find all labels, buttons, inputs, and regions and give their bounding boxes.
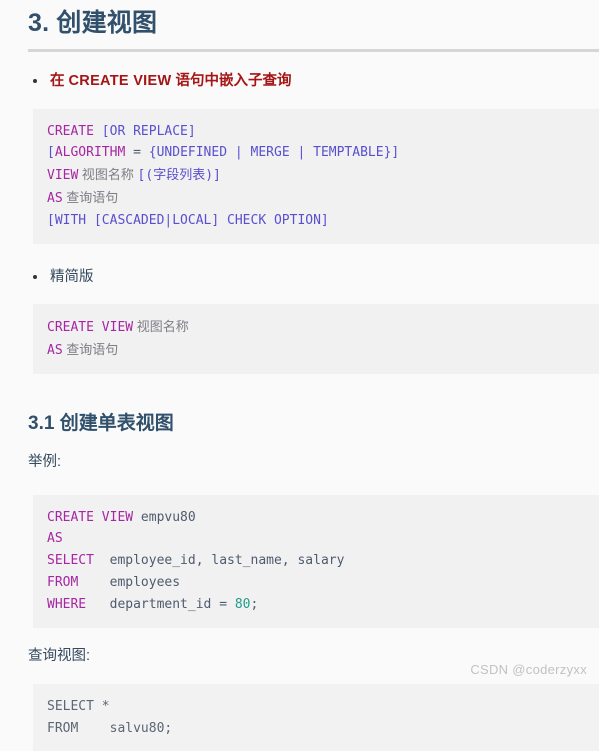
bullet-label-full-syntax: 在 CREATE VIEW 语句中嵌入子查询 <box>50 73 292 89</box>
code-line: FROM salvu80; <box>47 720 173 736</box>
bullet-item-full-syntax: 在 CREATE VIEW 语句中嵌入子查询 <box>0 70 599 92</box>
code-block-create-empvu80[interactable]: CREATE VIEW empvu80 AS SELECT employee_i… <box>33 494 599 628</box>
bullet-dot-icon <box>33 274 37 279</box>
page-title: 3. 创建视图 <box>28 9 158 37</box>
code-identifier: employee_id, last_name, salary <box>93 553 345 569</box>
document-page: 3. 创建视图 在 CREATE VIEW 语句中嵌入子查询 CREATE [O… <box>0 0 599 751</box>
section-heading-single-table: 3.1 创建单表视图 <box>28 412 174 434</box>
code-keyword: CREATE <box>47 123 94 139</box>
code-keyword: AS <box>47 342 63 358</box>
code-keyword: AS <box>47 531 63 547</box>
code-keyword: VIEW <box>47 168 79 184</box>
code-identifier: empvu80 <box>133 509 196 525</box>
code-punctuation: ; <box>250 596 259 612</box>
bullet-label-prefix: 在 <box>50 73 69 90</box>
bullet-label-simple-syntax: 精简版 <box>50 268 94 285</box>
code-bracket: [ <box>47 145 55 161</box>
code-line: SELECT * <box>47 698 110 714</box>
code-keyword: CREATE VIEW <box>47 509 134 525</box>
code-bracket: [(字段列表)] <box>137 168 221 184</box>
code-placeholder-text: 查询语句 <box>62 341 119 357</box>
bullet-dot-icon <box>33 79 37 84</box>
code-keyword: WHERE <box>47 596 87 612</box>
example-label: 举例: <box>28 454 62 471</box>
query-view-label: 查询视图: <box>28 647 91 664</box>
code-bracket: {UNDEFINED | MERGE | TEMPTABLE}] <box>148 145 400 161</box>
bullet-label-suffix: 语句中嵌入子查询 <box>171 73 292 90</box>
code-placeholder-text: 查询语句 <box>62 190 119 206</box>
code-bracket: [WITH [CASCADED|LOCAL] CHECK OPTION] <box>47 212 329 228</box>
code-keyword: ALGORITHM <box>54 145 126 161</box>
code-keyword: SELECT <box>47 553 94 569</box>
bullet-label-code: CREATE VIEW <box>68 73 172 90</box>
code-block-query-salvu80[interactable]: SELECT * FROM salvu80; <box>33 683 599 751</box>
code-keyword: FROM <box>47 574 79 590</box>
code-placeholder-text: 视图名称 <box>133 319 189 335</box>
code-number: 80 <box>234 596 251 612</box>
code-block-full-syntax[interactable]: CREATE [OR REPLACE] [ALGORITHM = {UNDEFI… <box>33 108 599 244</box>
code-bracket: [OR REPLACE] <box>93 123 196 139</box>
code-keyword: AS <box>47 191 63 207</box>
code-identifier: department_id = <box>86 596 235 612</box>
bullet-item-simple-syntax: 精简版 <box>0 266 599 288</box>
code-block-simple-syntax[interactable]: CREATE VIEW 视图名称 AS 查询语句 <box>33 304 599 374</box>
code-operator: = <box>125 145 149 161</box>
code-identifier: employees <box>78 574 181 590</box>
code-keyword: CREATE VIEW <box>47 320 134 336</box>
code-placeholder-text: 视图名称 <box>78 167 138 183</box>
